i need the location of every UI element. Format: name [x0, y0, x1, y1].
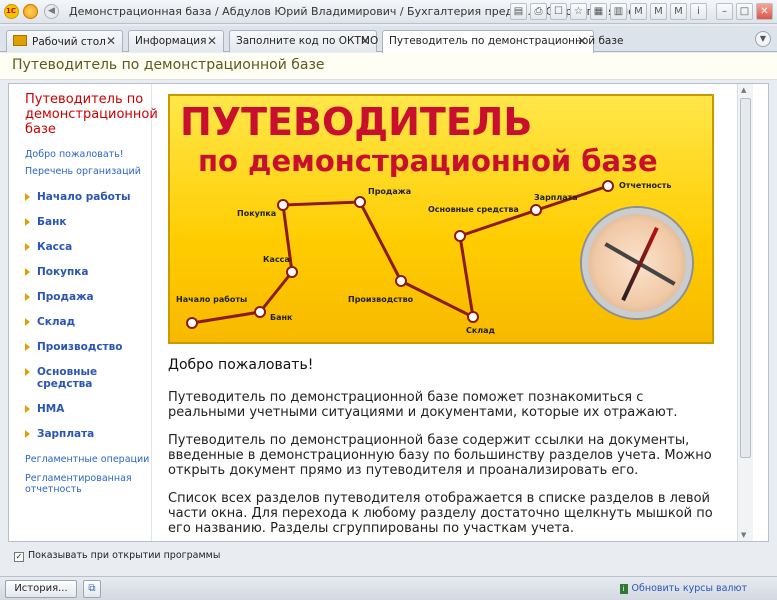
link-welcome[interactable]: Добро пожаловать! [25, 149, 151, 160]
memory-mplus-icon[interactable]: M [650, 3, 667, 20]
title-bar: ◀ Демонстрационная база / Абдулов Юрий В… [0, 0, 777, 24]
desktop-icon [13, 35, 27, 46]
show-on-open-label: Показывать при открытии программы [28, 550, 221, 561]
minimize-icon[interactable]: – [716, 3, 733, 20]
show-on-open-checkbox[interactable]: ✓ [14, 552, 24, 562]
section-intangibles[interactable]: НМА [25, 403, 151, 415]
tab-list-dropdown-icon[interactable]: ▼ [755, 31, 771, 47]
memory-mminus-icon[interactable]: M [670, 3, 687, 20]
main-menu-icon[interactable] [23, 4, 38, 19]
link-routine-operations[interactable]: Регламентные операции [25, 454, 151, 465]
sidebar: Путеводитель по демонстрационной базе До… [9, 84, 158, 541]
section-salary[interactable]: Зарплата [25, 428, 151, 440]
calendar-icon[interactable]: ▥ [610, 3, 627, 20]
star-icon[interactable]: ☆ [570, 3, 587, 20]
maximize-icon[interactable]: □ [736, 3, 753, 20]
update-rates-label: Обновить курсы валют [631, 583, 747, 594]
close-icon[interactable]: ✕ [577, 34, 587, 48]
tab-information[interactable]: Информация ✕ [128, 30, 224, 52]
main-area: ПУТЕВОДИТЕЛЬ по демонстрационной базе На… [153, 84, 753, 541]
close-window-icon[interactable]: ✕ [756, 3, 773, 20]
section-warehouse[interactable]: Склад [25, 316, 151, 328]
link-organizations[interactable]: Перечень организаций [25, 166, 151, 177]
welcome-heading: Добро пожаловать! [168, 357, 314, 373]
stop-label: Банк [270, 313, 293, 322]
save-icon[interactable]: ▤ [510, 3, 527, 20]
scroll-thumb[interactable] [740, 98, 751, 458]
route-stop [467, 311, 479, 323]
tab-label: Путеводитель по демонстрационной базе [389, 35, 624, 47]
vertical-scrollbar[interactable]: ▲ ▼ [737, 84, 753, 541]
stop-label: Зарплата [534, 193, 578, 202]
calculator-icon[interactable]: ▦ [590, 3, 607, 20]
update-rates-link[interactable]: i Обновить курсы валют [619, 583, 747, 594]
route-stop [454, 230, 466, 242]
print-icon[interactable]: ⎙ [530, 3, 547, 20]
memory-m-icon[interactable]: M [630, 3, 647, 20]
back-arrow-icon[interactable]: ◀ [44, 4, 59, 19]
stop-label: Производство [348, 295, 414, 304]
sections-paragraph: Список всех разделов путеводителя отобра… [168, 491, 713, 536]
route-stop [602, 180, 614, 192]
sidebar-header: Путеводитель по демонстрационной базе [25, 92, 158, 137]
tab-desktop[interactable]: Рабочий стол ✕ [6, 30, 123, 52]
section-cash[interactable]: Касса [25, 241, 151, 253]
tab-label: Информация [135, 35, 207, 47]
tab-bar: Рабочий стол ✕ Информация ✕ Заполните ко… [0, 26, 777, 53]
tab-label: Рабочий стол [32, 36, 106, 48]
contents-paragraph: Путеводитель по демонстрационной базе со… [168, 433, 712, 478]
page-title: Путеводитель по демонстрационной базе [0, 53, 777, 80]
section-purchase[interactable]: Покупка [25, 266, 151, 278]
route-stop [254, 306, 266, 318]
section-production[interactable]: Производство [25, 341, 151, 353]
tab-oktmo[interactable]: Заполните код по ОКТМО ✕ [229, 30, 379, 52]
info-icon: i [619, 584, 628, 594]
route-stop [277, 199, 289, 211]
history-button[interactable]: История... [5, 580, 77, 598]
link-regulated-reporting[interactable]: Регламентированная отчетность [25, 473, 151, 495]
stop-label: Склад [466, 326, 496, 335]
info-icon[interactable]: i [690, 3, 707, 20]
section-bank[interactable]: Банк [25, 216, 151, 228]
stop-label: Основные средства [428, 205, 519, 214]
close-icon[interactable]: ✕ [207, 34, 217, 48]
tab-guide[interactable]: Путеводитель по демонстрационной базе ✕ [382, 30, 623, 53]
route-stop [186, 317, 198, 329]
section-start[interactable]: Начало работы [25, 191, 151, 203]
route-stop [395, 275, 407, 287]
close-icon[interactable]: ✕ [106, 34, 116, 48]
stop-label: Покупка [237, 209, 276, 218]
show-on-open-option[interactable]: ✓ Показывать при открытии программы [14, 550, 220, 562]
scroll-down-icon[interactable]: ▼ [741, 531, 746, 539]
content-panel: Путеводитель по демонстрационной базе До… [8, 83, 769, 542]
route-stop [354, 196, 366, 208]
app-window: ◀ Демонстрационная база / Абдулов Юрий В… [0, 0, 777, 600]
stop-label: Отчетность [619, 181, 671, 190]
close-icon[interactable]: ✕ [360, 34, 370, 48]
windows-list-icon[interactable]: ⧉ [83, 580, 101, 598]
app-logo-icon[interactable] [4, 4, 19, 19]
route-stop [286, 266, 298, 278]
section-fixed-assets[interactable]: Основные средства [25, 366, 115, 390]
compass-icon [582, 208, 692, 318]
tab-label: Заполните код по ОКТМО [236, 35, 379, 47]
stop-label: Продажа [368, 187, 411, 196]
intro-paragraph: Путеводитель по демонстрационной базе по… [168, 390, 678, 420]
status-bar: История... ⧉ i Обновить курсы валют [0, 576, 777, 600]
route-stop [530, 204, 542, 216]
preview-icon[interactable]: ☐ [550, 3, 567, 20]
stop-label: Начало работы [176, 294, 247, 304]
guide-banner: ПУТЕВОДИТЕЛЬ по демонстрационной базе На… [168, 94, 714, 344]
scroll-up-icon[interactable]: ▲ [741, 86, 746, 94]
section-sales[interactable]: Продажа [25, 291, 151, 303]
stop-label: Касса [263, 255, 290, 264]
